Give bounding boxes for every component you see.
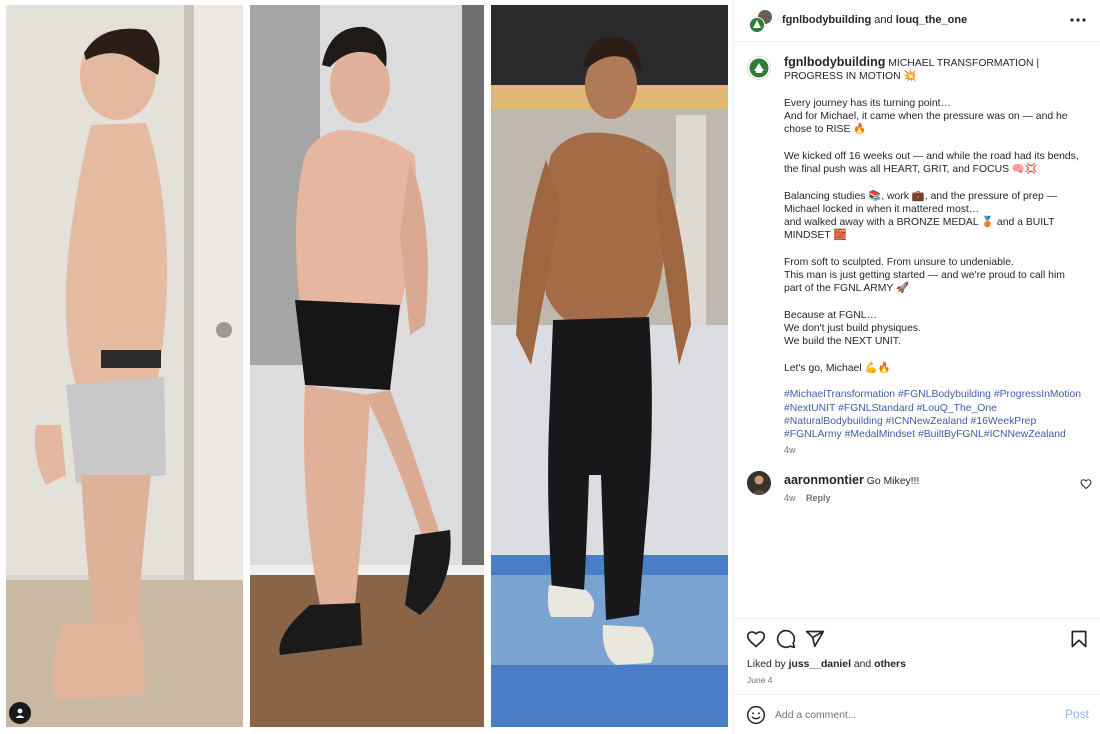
comment-input[interactable] xyxy=(775,706,1045,724)
post-comment-button[interactable]: Post xyxy=(1065,707,1089,721)
comment-text-row: aaronmontier Go Mikey!!! xyxy=(784,473,919,487)
heart-icon xyxy=(1080,479,1092,490)
caption-timestamp: 4w xyxy=(784,445,796,456)
comment-like-button[interactable] xyxy=(1080,477,1092,490)
caption-line: This man is just getting started — and w… xyxy=(784,270,1065,295)
caption-line xyxy=(784,296,1084,309)
paper-plane-icon xyxy=(805,630,825,648)
commenter-avatar[interactable] xyxy=(747,471,771,495)
tagged-users-button[interactable] xyxy=(9,702,31,724)
caption-line xyxy=(784,137,1084,150)
caption-line: Because at FGNL… xyxy=(784,309,877,321)
post-actions: Liked by juss__daniel and others June 4 xyxy=(734,618,1100,694)
comment-meta: 4w Reply xyxy=(784,493,831,503)
liked-user[interactable]: juss__daniel xyxy=(789,659,851,670)
liked-joiner: and xyxy=(853,659,872,670)
caption-scroll-area[interactable]: fgnlbodybuilding MICHAEL TRANSFORMATION … xyxy=(734,42,1100,618)
progress-photo-mid[interactable] xyxy=(250,5,484,727)
header-usernames: fgnlbodybuilding and louq_the_one xyxy=(782,14,967,26)
owner-avatar[interactable] xyxy=(747,56,771,80)
post-date: June 4 xyxy=(747,675,773,685)
caption-line xyxy=(784,349,1084,362)
progress-photo-before[interactable] xyxy=(6,5,243,727)
progress-photo-after[interactable] xyxy=(491,5,728,727)
smiley-icon xyxy=(746,705,766,725)
save-button[interactable] xyxy=(1069,629,1089,649)
post-media[interactable] xyxy=(0,0,733,734)
header-username[interactable]: fgnlbodybuilding xyxy=(782,14,871,26)
share-button[interactable] xyxy=(805,629,825,649)
caption-text: fgnlbodybuilding MICHAEL TRANSFORMATION … xyxy=(784,55,1084,458)
caption-line xyxy=(784,176,1084,189)
caption-line xyxy=(784,375,1084,388)
caption-line: We build the NEXT UNIT. xyxy=(784,336,901,348)
comment-button[interactable] xyxy=(776,629,796,649)
user-icon xyxy=(15,708,25,718)
post-sidebar: fgnlbodybuilding and louq_the_one fgnlbo… xyxy=(733,0,1100,734)
caption-line: Let's go, Michael 💪🔥 xyxy=(784,362,891,374)
more-horizontal-icon xyxy=(1070,18,1086,22)
emoji-button[interactable] xyxy=(746,705,766,725)
comment-username[interactable]: aaronmontier xyxy=(784,473,864,487)
speech-bubble-icon xyxy=(776,629,796,649)
caption-line xyxy=(784,243,1084,256)
caption-line: Every journey has its turning point… xyxy=(784,97,951,109)
comment-body: Go Mikey!!! xyxy=(866,476,920,487)
liked-others[interactable]: others xyxy=(874,659,906,670)
bookmark-icon xyxy=(1071,630,1087,648)
more-options-button[interactable] xyxy=(1069,12,1087,28)
like-button[interactable] xyxy=(746,629,766,649)
header-joiner: and xyxy=(874,14,893,26)
caption-line: We kicked off 16 weeks out — and while t… xyxy=(784,150,1079,175)
caption-line: From soft to sculpted. From unsure to un… xyxy=(784,256,1014,268)
post-header: fgnlbodybuilding and louq_the_one xyxy=(734,0,1100,42)
caption-line: And for Michael, it came when the pressu… xyxy=(784,111,1068,136)
header-collaborator[interactable]: louq_the_one xyxy=(896,14,968,26)
caption-owner[interactable]: fgnlbodybuilding xyxy=(784,55,885,69)
collab-avatars[interactable] xyxy=(748,8,774,34)
liked-prefix: Liked by xyxy=(747,659,786,670)
caption-hashtags[interactable]: #MichaelTransformation #FGNLBodybuilding… xyxy=(784,388,1084,441)
caption-line: Balancing studies 📚, work 💼, and the pre… xyxy=(784,190,1058,215)
heart-icon xyxy=(746,631,766,648)
liked-by-text: Liked by juss__daniel and others xyxy=(747,659,906,670)
caption-line: and walked away with a BRONZE MEDAL 🥉 an… xyxy=(784,217,1055,242)
reply-button[interactable]: Reply xyxy=(806,493,831,503)
comment-timestamp: 4w xyxy=(784,493,796,503)
add-comment-bar: Post xyxy=(734,694,1100,734)
caption-line: We don't just build physiques. xyxy=(784,323,921,334)
